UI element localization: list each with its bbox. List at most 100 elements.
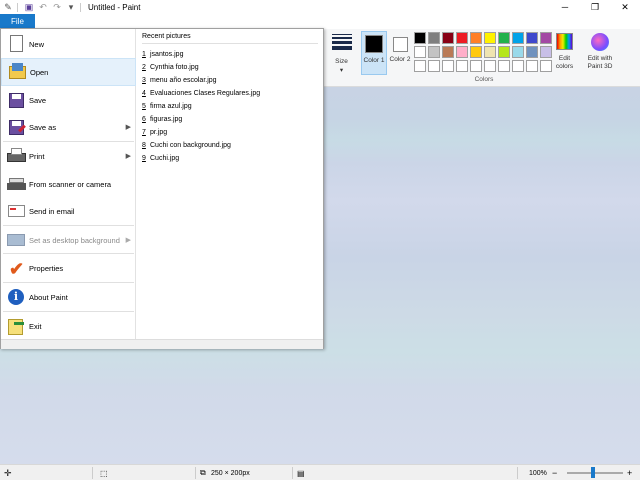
menu-item-from-scanner[interactable]: From scanner or camera [1, 170, 136, 198]
palette-swatch[interactable] [470, 60, 482, 72]
divider [17, 2, 18, 12]
zoom-level: 100% [529, 469, 547, 477]
palette-swatch[interactable] [526, 60, 538, 72]
redo-icon[interactable]: ↷ [51, 1, 63, 13]
selection-size-icon: ⬚ [100, 468, 108, 478]
zoom-slider-track[interactable] [567, 472, 623, 474]
chevron-down-icon: ▾ [339, 67, 344, 74]
recent-item-number: 2 [142, 64, 146, 71]
menu-item-label: Properties [29, 263, 64, 273]
paint3d-icon [591, 33, 609, 51]
paint-app-icon[interactable]: ✎ [2, 1, 14, 13]
menu-item-about-paint[interactable]: i About Paint [1, 283, 136, 311]
size-button[interactable]: Size ▾ [328, 31, 355, 81]
chevron-right-icon: ▶ [125, 237, 131, 244]
recent-picture-item[interactable]: 1 jsantos.jpg [142, 48, 260, 61]
palette-swatch[interactable] [442, 46, 454, 58]
palette-swatch[interactable] [442, 32, 454, 44]
palette-swatch[interactable] [470, 46, 482, 58]
color-palette [414, 32, 553, 73]
menu-item-open[interactable]: Open [1, 58, 136, 86]
menu-item-label: New [29, 39, 45, 49]
color1-button[interactable]: Color 1 [361, 31, 387, 75]
menu-item-label: Save [29, 95, 47, 105]
minimize-icon[interactable]: ─ [550, 0, 580, 14]
palette-swatch[interactable] [456, 60, 468, 72]
desktop-background-icon [6, 230, 26, 250]
recent-picture-item[interactable]: 5 firma azul.jpg [142, 100, 260, 113]
save-icon[interactable]: ▣ [23, 1, 35, 13]
menu-item-properties[interactable]: ✔ Properties [1, 254, 136, 282]
edit-with-paint3d-button[interactable]: Edit with Paint 3D [582, 31, 618, 81]
menu-item-send-email[interactable]: Send in email [1, 197, 136, 225]
zoom-in-button[interactable]: + [627, 468, 632, 478]
palette-swatch[interactable] [442, 60, 454, 72]
restore-icon[interactable]: ❐ [580, 0, 610, 14]
colors-group-label: Colors [474, 76, 494, 83]
divider [195, 467, 196, 479]
new-file-icon [6, 34, 26, 54]
menu-item-label: Save as [29, 122, 57, 132]
divider [292, 467, 293, 479]
ribbon-tabs: File [0, 14, 640, 29]
palette-swatch[interactable] [484, 60, 496, 72]
palette-swatch[interactable] [456, 46, 468, 58]
menu-item-exit[interactable]: Exit [1, 312, 136, 340]
menu-item-new[interactable]: New [1, 30, 136, 58]
recent-picture-item[interactable]: 7 pr.jpg [142, 126, 260, 139]
recent-item-name: Evaluaciones Clases Regulares.jpg [150, 90, 261, 97]
recent-item-number: 5 [142, 103, 146, 110]
recent-picture-item[interactable]: 6 figuras.jpg [142, 113, 260, 126]
color1-swatch [365, 35, 383, 53]
palette-swatch[interactable] [414, 60, 426, 72]
palette-swatch[interactable] [414, 46, 426, 58]
palette-swatch[interactable] [512, 60, 524, 72]
menu-item-label: Exit [29, 321, 42, 331]
close-icon[interactable]: ✕ [610, 0, 640, 14]
recent-picture-item[interactable]: 2 Cynthia foto.jpg [142, 61, 260, 74]
palette-swatch[interactable] [428, 60, 440, 72]
zoom-slider-thumb[interactable] [591, 467, 595, 478]
color2-button[interactable]: Color 2 [389, 31, 413, 75]
menu-item-set-desktop-background: Set as desktop background ▶ [1, 226, 136, 254]
palette-swatch[interactable] [526, 32, 538, 44]
palette-swatch[interactable] [498, 46, 510, 58]
palette-swatch[interactable] [512, 32, 524, 44]
menu-item-label: Print [29, 151, 45, 161]
window-controls: ─ ❐ ✕ [550, 0, 640, 14]
open-folder-icon [7, 62, 27, 82]
palette-swatch[interactable] [512, 46, 524, 58]
edit-colors-label: Edit colors [555, 55, 574, 70]
email-icon [6, 201, 26, 221]
palette-swatch[interactable] [498, 60, 510, 72]
palette-swatch[interactable] [498, 32, 510, 44]
recent-pictures-list: 1 jsantos.jpg 2 Cynthia foto.jpg 3 menu año e… [142, 48, 260, 165]
palette-swatch[interactable] [484, 46, 496, 58]
recent-picture-item[interactable]: 3 menu año escolar.jpg [142, 74, 260, 87]
palette-swatch[interactable] [484, 32, 496, 44]
file-tab[interactable]: File [0, 14, 35, 29]
recent-item-name: Cynthia foto.jpg [150, 64, 199, 71]
palette-swatch[interactable] [526, 46, 538, 58]
menu-item-save[interactable]: Save [1, 86, 136, 114]
palette-swatch[interactable] [428, 46, 440, 58]
recent-picture-item[interactable]: 4 Evaluaciones Clases Regulares.jpg [142, 87, 260, 100]
size-lines-icon [332, 34, 352, 52]
recent-picture-item[interactable]: 9 Cuchi.jpg [142, 152, 260, 165]
palette-swatch[interactable] [456, 32, 468, 44]
recent-picture-item[interactable]: 8 Cuchi con background.jpg [142, 139, 260, 152]
recent-item-name: Cuchi con background.jpg [150, 142, 231, 149]
window-title: Untitled - Paint [88, 2, 141, 12]
menu-item-save-as[interactable]: Save as ▶ [1, 113, 136, 141]
palette-swatch[interactable] [414, 32, 426, 44]
palette-swatch[interactable] [470, 32, 482, 44]
undo-icon[interactable]: ↶ [37, 1, 49, 13]
menu-item-label: Open [30, 67, 49, 77]
menu-item-label: Send in email [29, 206, 75, 216]
customize-dropdown-icon[interactable]: ▾ [65, 1, 77, 13]
palette-swatch[interactable] [428, 32, 440, 44]
menu-item-print[interactable]: Print ▶ [1, 142, 136, 170]
zoom-out-button[interactable]: − [552, 468, 557, 478]
scanner-icon [6, 174, 26, 194]
edit-colors-button[interactable]: Edit colors [551, 31, 578, 81]
